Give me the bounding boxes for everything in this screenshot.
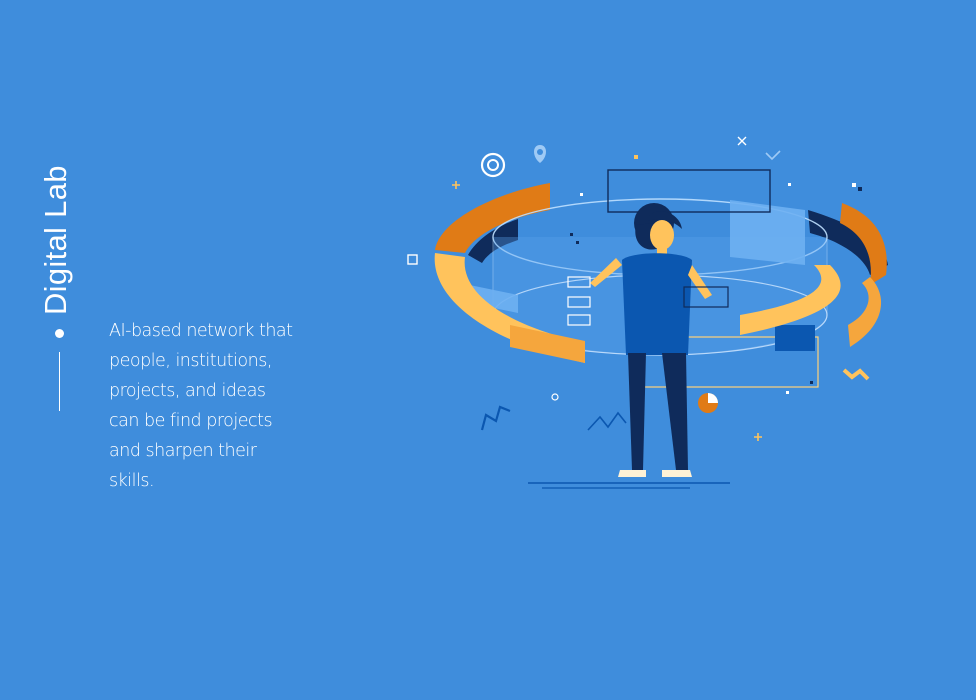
section-title-text: Digital Lab <box>38 165 73 315</box>
section-description: AI-based network that people, institutio… <box>109 321 293 491</box>
person-hologram-illustration <box>407 136 888 489</box>
title-dot <box>55 329 64 338</box>
title-divider-line <box>59 352 60 411</box>
digital-lab-section: Digital Lab AI-based network that people… <box>0 0 976 700</box>
section-title: Digital Lab <box>38 155 74 315</box>
